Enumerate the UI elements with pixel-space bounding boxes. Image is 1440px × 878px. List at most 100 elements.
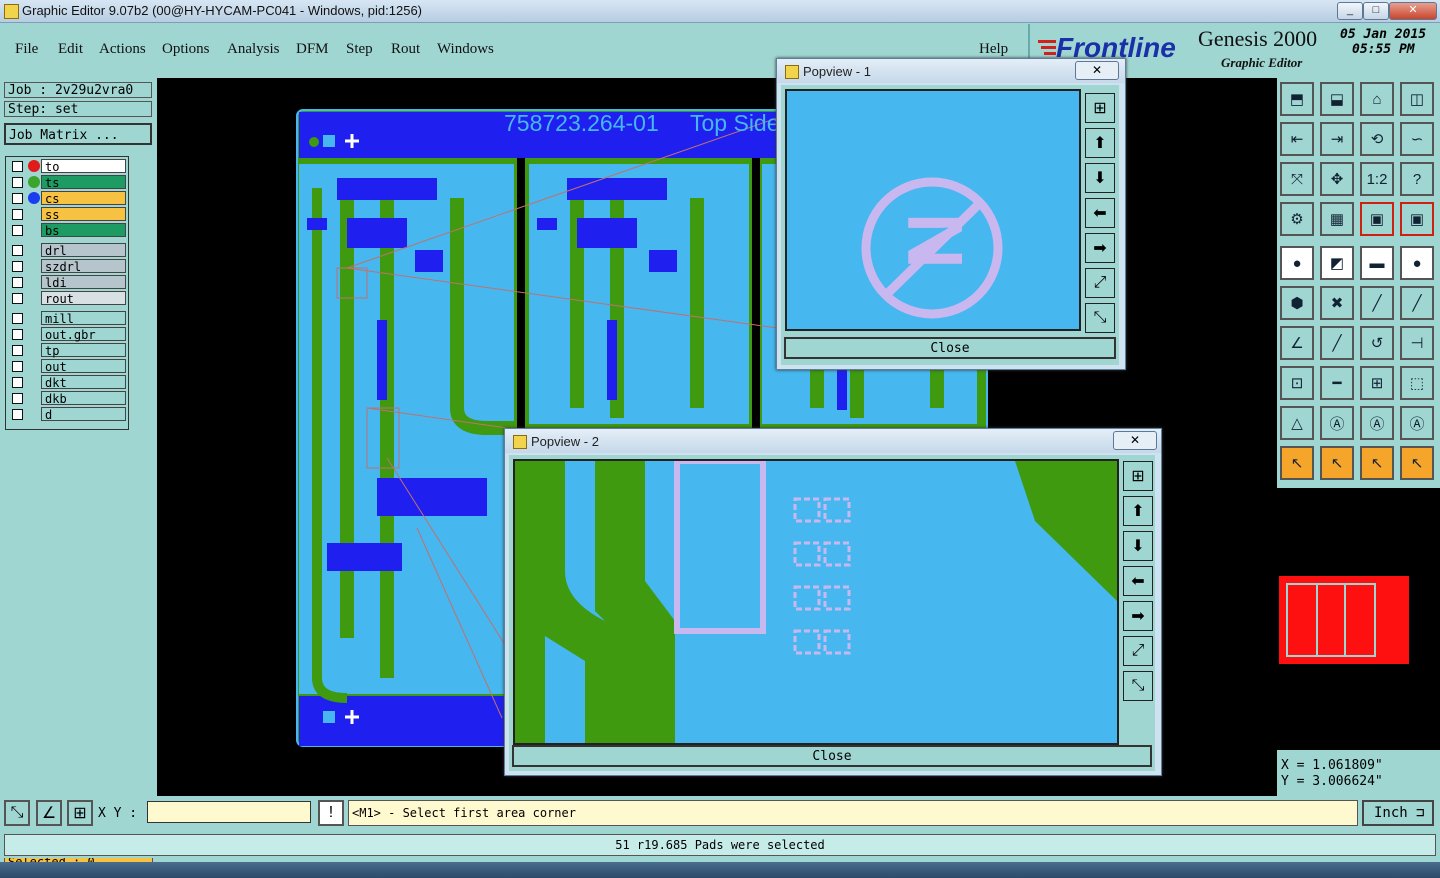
popview-2-titlebar[interactable]: Popview - 2 ✕ bbox=[505, 429, 1161, 453]
zoom-home-icon[interactable]: ⊞ bbox=[1085, 93, 1115, 123]
units-selector[interactable]: Inch ⊐ bbox=[1362, 800, 1434, 826]
swap-icon[interactable]: ⟲ bbox=[1360, 122, 1394, 156]
layer-row[interactable]: drl bbox=[8, 243, 126, 258]
prev-icon[interactable]: ⇤ bbox=[1280, 122, 1314, 156]
layer-row[interactable]: szdrl bbox=[8, 259, 126, 274]
dash-icon[interactable]: ━ bbox=[1320, 366, 1354, 400]
move-icon[interactable]: ⊡ bbox=[1280, 366, 1314, 400]
measure-icon[interactable]: ∠ bbox=[36, 800, 62, 826]
layer-checkbox[interactable] bbox=[12, 245, 23, 256]
layer-checkbox[interactable] bbox=[12, 161, 23, 172]
measure-icon[interactable]: ⊞ bbox=[1360, 366, 1394, 400]
pan-down-icon[interactable]: ⬇ bbox=[1085, 163, 1115, 193]
connect-icon[interactable]: ⬢ bbox=[1280, 286, 1314, 320]
layer-row[interactable]: out.gbr bbox=[8, 327, 126, 342]
layer-row[interactable]: bs bbox=[8, 223, 126, 238]
pad-icon[interactable]: ● bbox=[1280, 246, 1314, 280]
layer-checkbox[interactable] bbox=[12, 277, 23, 288]
layer-checkbox[interactable] bbox=[12, 345, 23, 356]
home-icon[interactable]: ⌂ bbox=[1360, 82, 1394, 116]
layer-checkbox[interactable] bbox=[12, 225, 23, 236]
snap-icon[interactable]: ⤡ bbox=[4, 800, 30, 826]
open-icon[interactable]: ⬒ bbox=[1280, 82, 1314, 116]
popview-1-view[interactable]: N bbox=[785, 89, 1081, 331]
menu-actions[interactable]: Actions bbox=[99, 41, 146, 58]
layer-checkbox[interactable] bbox=[12, 177, 23, 188]
menu-help[interactable]: Help bbox=[979, 41, 1008, 58]
popview-2-view[interactable] bbox=[513, 459, 1119, 745]
mark-icon[interactable]: △ bbox=[1280, 406, 1314, 440]
draw-icon[interactable]: ◩ bbox=[1320, 246, 1354, 280]
scale-icon[interactable]: 1:2 bbox=[1360, 162, 1394, 196]
pan-left-icon[interactable]: ⬅ bbox=[1085, 198, 1115, 228]
maximize-button[interactable]: □ bbox=[1363, 2, 1389, 20]
mark2-icon[interactable]: Ⓐ bbox=[1320, 406, 1354, 440]
cross-icon[interactable]: ✖ bbox=[1320, 286, 1354, 320]
layer-checkbox[interactable] bbox=[12, 377, 23, 388]
pan-right-icon[interactable]: ➡ bbox=[1123, 601, 1153, 631]
info-icon[interactable]: ! bbox=[318, 800, 344, 826]
rotate-icon[interactable]: ↺ bbox=[1360, 326, 1394, 360]
zoom-in-icon[interactable]: ⤡ bbox=[1123, 671, 1153, 701]
zoom-out-icon[interactable]: ⤢ bbox=[1085, 268, 1115, 298]
menu-file[interactable]: File bbox=[15, 41, 38, 58]
popview-1-close-button[interactable]: Close bbox=[784, 337, 1116, 359]
layer-checkbox[interactable] bbox=[12, 313, 23, 324]
pointer-circle-icon[interactable]: ↖ bbox=[1360, 446, 1394, 480]
next-icon[interactable]: ⇥ bbox=[1320, 122, 1354, 156]
popview-2-close-button[interactable]: Close bbox=[512, 745, 1152, 767]
layer-row[interactable]: dkb bbox=[8, 391, 126, 406]
zoom-home-icon[interactable]: ⊞ bbox=[1123, 461, 1153, 491]
popview-1-close-x-button[interactable]: ✕ bbox=[1075, 61, 1119, 80]
menu-rout[interactable]: Rout bbox=[391, 41, 420, 58]
menu-windows[interactable]: Windows bbox=[437, 41, 494, 58]
save-icon[interactable]: ⬓ bbox=[1320, 82, 1354, 116]
pan-up-icon[interactable]: ⬆ bbox=[1123, 496, 1153, 526]
fit-icon[interactable]: ⤧ bbox=[1280, 162, 1314, 196]
zoom-out-icon[interactable]: ⤢ bbox=[1123, 636, 1153, 666]
layer-checkbox[interactable] bbox=[12, 293, 23, 304]
layer-checkbox[interactable] bbox=[12, 409, 23, 420]
pan-left-icon[interactable]: ⬅ bbox=[1123, 566, 1153, 596]
angle-icon[interactable]: ∠ bbox=[1280, 326, 1314, 360]
layer-row[interactable]: tp bbox=[8, 343, 126, 358]
grid-icon[interactable]: ▦ bbox=[1320, 202, 1354, 236]
menu-options[interactable]: Options bbox=[162, 41, 210, 58]
job-matrix-button[interactable]: Job Matrix ... bbox=[4, 123, 152, 145]
layers-icon[interactable]: ▣ bbox=[1360, 202, 1394, 236]
popview-1-titlebar[interactable]: Popview - 1 ✕ bbox=[777, 59, 1125, 83]
pointer-icon[interactable]: ↖ bbox=[1280, 446, 1314, 480]
flip-icon[interactable]: ⊣ bbox=[1400, 326, 1434, 360]
mark3-icon[interactable]: Ⓐ bbox=[1360, 406, 1394, 440]
layer-row[interactable]: ts bbox=[8, 175, 126, 190]
layer-row[interactable]: dkt bbox=[8, 375, 126, 390]
pointer-box-icon[interactable]: ↖ bbox=[1320, 446, 1354, 480]
dot-icon[interactable]: ● bbox=[1400, 246, 1434, 280]
line-icon[interactable]: ╱ bbox=[1360, 286, 1394, 320]
arrow-line-icon[interactable]: ╱ bbox=[1400, 286, 1434, 320]
layer-row[interactable]: d bbox=[8, 407, 126, 422]
mark4-icon[interactable]: Ⓐ bbox=[1400, 406, 1434, 440]
slash-icon[interactable]: ╱ bbox=[1320, 326, 1354, 360]
minimize-button[interactable]: _ bbox=[1337, 2, 1363, 20]
pan-up-icon[interactable]: ⬆ bbox=[1085, 128, 1115, 158]
pointer-multi-icon[interactable]: ↖ bbox=[1400, 446, 1434, 480]
menu-dfm[interactable]: DFM bbox=[296, 41, 329, 58]
layers-alt-icon[interactable]: ▣ bbox=[1400, 202, 1434, 236]
settings-icon[interactable]: ⚙ bbox=[1280, 202, 1314, 236]
layer-checkbox[interactable] bbox=[12, 361, 23, 372]
zoom-icon[interactable]: ✥ bbox=[1320, 162, 1354, 196]
popview-2-close-x-button[interactable]: ✕ bbox=[1113, 431, 1157, 450]
layer-row[interactable]: ss bbox=[8, 207, 126, 222]
pan-right-icon[interactable]: ➡ bbox=[1085, 233, 1115, 263]
window-icon[interactable]: ◫ bbox=[1400, 82, 1434, 116]
layer-row[interactable]: cs bbox=[8, 191, 126, 206]
layer-checkbox[interactable] bbox=[12, 193, 23, 204]
layer-row[interactable]: to bbox=[8, 159, 126, 174]
menu-analysis[interactable]: Analysis bbox=[227, 41, 280, 58]
close-window-button[interactable]: ✕ bbox=[1389, 2, 1437, 20]
layer-row[interactable]: out bbox=[8, 359, 126, 374]
grid-icon[interactable]: ⊞ bbox=[67, 800, 93, 826]
layer-checkbox[interactable] bbox=[12, 261, 23, 272]
layer-checkbox[interactable] bbox=[12, 209, 23, 220]
